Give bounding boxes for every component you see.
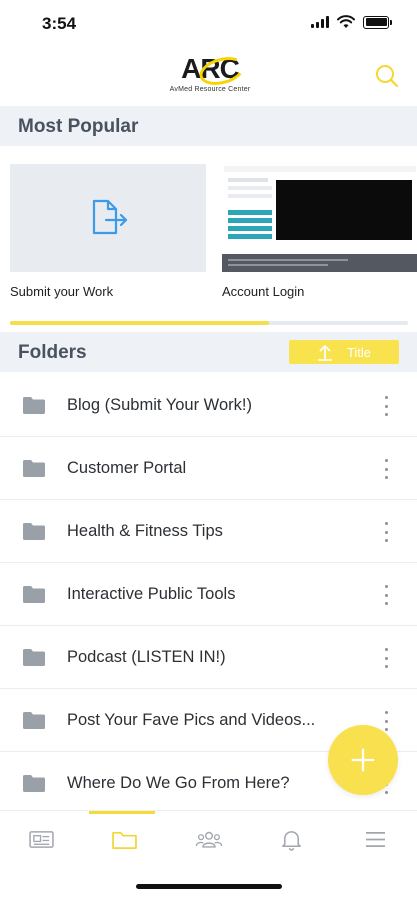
folder-label: Interactive Public Tools xyxy=(67,585,236,603)
plus-icon xyxy=(351,748,375,772)
folder-icon xyxy=(112,831,137,849)
more-options-icon[interactable] xyxy=(383,585,389,605)
card-thumbnail xyxy=(10,164,206,272)
home-indicator xyxy=(136,884,282,889)
nav-news[interactable] xyxy=(0,811,83,867)
folder-row[interactable]: Interactive Public Tools xyxy=(0,563,417,626)
sort-arrow-icon xyxy=(317,345,332,361)
battery-icon xyxy=(363,15,392,29)
arc-logo: ARC AvMed Resource Center xyxy=(160,52,260,100)
folder-row[interactable]: Customer Portal xyxy=(0,437,417,500)
more-options-icon[interactable] xyxy=(383,648,389,668)
folder-label: Blog (Submit Your Work!) xyxy=(67,396,252,414)
sort-title-label: Title xyxy=(346,344,372,360)
wifi-icon xyxy=(337,15,355,28)
news-icon xyxy=(29,830,54,848)
folder-icon xyxy=(23,775,45,792)
search-icon[interactable] xyxy=(373,62,401,90)
popular-carousel[interactable]: Submit your Work Account Login xyxy=(0,146,417,332)
folder-label: Health & Fitness Tips xyxy=(67,522,223,540)
popular-card-account-login[interactable]: Account Login xyxy=(222,164,417,299)
folder-icon xyxy=(23,460,45,477)
more-options-icon[interactable] xyxy=(383,459,389,479)
more-options-icon[interactable] xyxy=(383,711,389,731)
file-upload-icon xyxy=(92,199,128,235)
folder-icon xyxy=(23,649,45,666)
logo-subtitle: AvMed Resource Center xyxy=(169,86,251,93)
nav-menu[interactable] xyxy=(334,811,417,867)
carousel-progress xyxy=(10,321,408,325)
app-header: ARC AvMed Resource Center xyxy=(0,48,417,106)
add-fab-button[interactable] xyxy=(328,725,398,795)
sort-title-button[interactable]: Title xyxy=(289,340,399,364)
card-label: Submit your Work xyxy=(10,284,114,299)
folder-icon xyxy=(23,523,45,540)
carousel-progress-fill xyxy=(10,321,269,325)
status-bar: 3:54 xyxy=(0,0,417,48)
card-label: Account Login xyxy=(222,284,305,299)
most-popular-title: Most Popular xyxy=(18,116,139,137)
nav-people[interactable] xyxy=(167,811,250,867)
most-popular-header: Most Popular xyxy=(0,106,417,146)
folder-row[interactable]: Podcast (LISTEN IN!) xyxy=(0,626,417,689)
screenshot-thumbnail xyxy=(222,164,417,272)
folder-label: Podcast (LISTEN IN!) xyxy=(67,648,226,666)
bell-icon xyxy=(282,830,301,851)
folder-label: Where Do We Go From Here? xyxy=(67,774,290,792)
status-time: 3:54 xyxy=(42,14,77,33)
folder-icon xyxy=(23,586,45,603)
folder-icon xyxy=(23,712,45,729)
status-icons xyxy=(311,15,392,29)
nav-folders[interactable] xyxy=(83,811,166,867)
menu-icon xyxy=(366,831,385,847)
more-options-icon[interactable] xyxy=(383,522,389,542)
people-icon xyxy=(195,831,222,848)
folder-label: Post Your Fave Pics and Videos... xyxy=(67,711,316,729)
folders-title: Folders xyxy=(18,342,87,363)
folders-header: Folders Title xyxy=(0,332,417,372)
folder-icon xyxy=(23,397,45,414)
nav-notifications[interactable] xyxy=(250,811,333,867)
popular-card-submit-work[interactable]: Submit your Work xyxy=(10,164,206,299)
folder-row[interactable]: Blog (Submit Your Work!) xyxy=(0,374,417,437)
card-thumbnail xyxy=(222,164,417,272)
folder-label: Customer Portal xyxy=(67,459,187,477)
more-options-icon[interactable] xyxy=(383,396,389,416)
folder-row[interactable]: Health & Fitness Tips xyxy=(0,500,417,563)
cell-signal-icon xyxy=(311,16,329,28)
